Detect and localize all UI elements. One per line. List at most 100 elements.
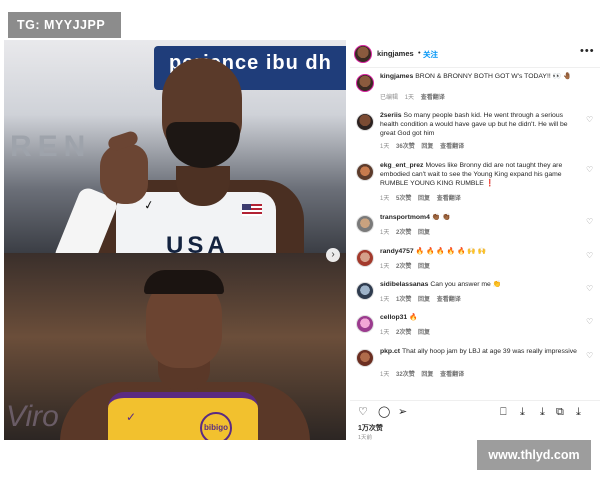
player-beard <box>166 122 240 168</box>
time-label: 1天 <box>380 264 390 270</box>
caption-meta: 已编辑 1天 查看翻译 <box>380 92 450 101</box>
avatar[interactable] <box>356 282 374 300</box>
reply-link[interactable]: 回复 <box>418 297 430 303</box>
like-count[interactable]: 1次赞 <box>396 297 411 303</box>
bookmark-icon[interactable]: ⎕ <box>500 405 507 419</box>
heart-icon[interactable]: ♡ <box>586 217 593 226</box>
heart-icon[interactable]: ♡ <box>586 284 593 293</box>
heart-icon[interactable]: ♡ <box>586 317 593 326</box>
avatar[interactable] <box>354 45 372 63</box>
comment-username[interactable]: cellop31 <box>380 314 407 321</box>
watermark-site: www.thlyd.com <box>477 440 591 470</box>
avatar[interactable] <box>356 215 374 233</box>
caption-text: kingjames BRON & BRONNY BOTH GOT W's TODA… <box>380 72 580 81</box>
reply-link[interactable]: 回复 <box>418 196 430 202</box>
avatar[interactable] <box>356 349 374 367</box>
see-translation-link[interactable]: 查看翻译 <box>421 95 445 101</box>
reply-link[interactable]: 回复 <box>421 372 433 378</box>
avatar[interactable] <box>356 74 374 92</box>
comment-body: So many people bash kid. He went through… <box>380 112 568 137</box>
download-icon[interactable]: ⧉ <box>556 405 564 419</box>
reply-link[interactable]: 回复 <box>418 330 430 336</box>
comment-meta: 1天 1次赞 回复 查看翻译 <box>380 294 466 303</box>
comment-body: Can you answer me 👏 <box>430 281 502 288</box>
like-count[interactable]: 32次赞 <box>396 372 415 378</box>
avatar[interactable] <box>356 249 374 267</box>
reply-link[interactable]: 回复 <box>421 144 433 150</box>
arena-sign: REN <box>10 130 92 163</box>
heart-icon[interactable]: ♡ <box>586 165 593 174</box>
time-label: 1天 <box>380 144 390 150</box>
download-icon[interactable]: ⤓ <box>576 405 581 419</box>
edited-label: 已编辑 <box>380 95 399 101</box>
avatar[interactable] <box>356 315 374 333</box>
comment-username[interactable]: randy4757 <box>380 248 414 255</box>
time-label: 1天 <box>380 297 390 303</box>
see-translation-link[interactable]: 查看翻译 <box>440 372 464 378</box>
time-label: 1天 <box>380 372 390 378</box>
follow-button[interactable]: 关注 <box>423 49 438 60</box>
comment-username[interactable]: 2seriis <box>380 112 402 119</box>
heart-icon[interactable]: ♡ <box>586 251 593 260</box>
reply-link[interactable]: 回复 <box>418 264 430 270</box>
chevron-right-icon[interactable]: › <box>326 248 340 262</box>
comment-text: cellop31 🔥 <box>380 313 580 322</box>
more-horizontal-icon[interactable]: ••• <box>580 45 595 57</box>
comment-meta: 1天 32次赞 回复 查看翻译 <box>380 369 469 378</box>
like-count[interactable]: 2次赞 <box>396 330 411 336</box>
comment-username[interactable]: kingjames <box>380 73 413 80</box>
post-username[interactable]: kingjames <box>377 49 414 58</box>
photo-top: perience ibu dh REN ✓ USA <box>4 40 346 253</box>
like-count[interactable]: 36次赞 <box>396 144 415 150</box>
watermark-tag: TG: MYYJJPP <box>8 12 121 38</box>
us-flag-patch <box>242 204 262 216</box>
time-label: 1天 <box>380 230 390 236</box>
comment-meta: 1天 2次赞 回复 <box>380 327 435 336</box>
see-translation-link[interactable]: 查看翻译 <box>437 297 461 303</box>
comment-text: pkp.ct That ally hoop jam by LBJ at age 3… <box>380 347 580 356</box>
instagram-post: perience ibu dh REN ✓ USA Viro ✓ bibigo … <box>4 40 600 444</box>
comment-username[interactable]: sidibelassanas <box>380 281 428 288</box>
comment-body: 👏🏾 👏🏾 <box>431 214 451 221</box>
comment-meta: 1天 36次赞 回复 查看翻译 <box>380 141 469 150</box>
comment-icon[interactable]: ◯ <box>378 405 390 419</box>
post-image-carousel[interactable]: perience ibu dh REN ✓ USA Viro ✓ bibigo … <box>4 40 346 440</box>
comment-username[interactable]: ekg_ent_prez <box>380 162 423 169</box>
avatar[interactable] <box>356 163 374 181</box>
post-side-panel: kingjames • 关注 ••• kingjames BRON & BRONN… <box>350 40 600 444</box>
like-count[interactable]: 2次赞 <box>396 230 411 236</box>
like-count[interactable]: 5次赞 <box>396 196 411 202</box>
heart-icon[interactable]: ♡ <box>586 115 593 124</box>
comments-list[interactable]: kingjames BRON & BRONNY BOTH GOT W's TODA… <box>350 70 600 400</box>
heart-icon[interactable]: ♡ <box>586 351 593 360</box>
separator-dot: • <box>418 48 421 57</box>
jersey-lettering: USA <box>166 232 229 253</box>
swoosh-logo: ✓ <box>126 410 137 424</box>
comment-username[interactable]: pkp.ct <box>380 348 400 355</box>
comment-meta: 1天 2次赞 回复 <box>380 261 435 270</box>
caption-body: BRON & BRONNY BOTH GOT W's TODAY!! 👀 🤚🏾 <box>415 73 572 80</box>
pointing-hand <box>100 144 148 204</box>
see-translation-link[interactable]: 查看翻译 <box>437 196 461 202</box>
swoosh-logo: ✓ <box>142 197 156 213</box>
comment-text: sidibelassanas Can you answer me 👏 <box>380 280 580 289</box>
download-icon[interactable]: ⤓ <box>520 405 525 419</box>
heart-icon[interactable]: ♡ <box>358 405 368 419</box>
action-bar: ♡ ◯ ➢ ⎕ ⤓ ⤓ ⧉ ⤓ 1万次赞 1天前 <box>350 400 600 444</box>
player-hair <box>144 270 224 294</box>
avatar[interactable] <box>356 113 374 131</box>
post-header: kingjames • 关注 ••• <box>350 40 600 68</box>
send-icon[interactable]: ➢ <box>398 405 407 419</box>
comment-body: 🔥 <box>409 314 418 321</box>
comment-meta: 1天 2次赞 回复 <box>380 227 435 236</box>
reply-link[interactable]: 回复 <box>418 230 430 236</box>
comment-body: 🔥 🔥 🔥 🔥 🔥 🙌 🙌 <box>415 248 487 255</box>
comment-username[interactable]: transportmom4 <box>380 214 430 221</box>
comment-body: That ally hoop jam by LBJ at age 39 was … <box>402 348 577 355</box>
like-count[interactable]: 1万次赞 <box>358 423 383 433</box>
download-icon[interactable]: ⤓ <box>540 405 545 419</box>
see-translation-link[interactable]: 查看翻译 <box>440 144 464 150</box>
like-count[interactable]: 2次赞 <box>396 264 411 270</box>
comment-text: ekg_ent_prez Moves like Bronny did are no… <box>380 161 580 188</box>
time-label: 1天 <box>380 196 390 202</box>
